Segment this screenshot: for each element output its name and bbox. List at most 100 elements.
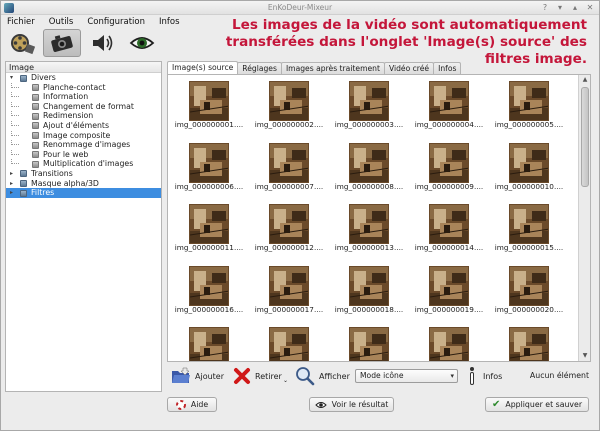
tree-item[interactable]: Image composite <box>6 130 161 141</box>
expand-icon[interactable]: ▸ <box>8 189 15 196</box>
help-window-icon[interactable]: ? <box>540 3 550 13</box>
tree-item-label: Information <box>43 92 89 102</box>
thumbnail-item[interactable]: img_000000006.... <box>169 137 249 199</box>
scroll-handle[interactable] <box>581 87 589 187</box>
tree-item[interactable]: Changement de format <box>6 101 161 112</box>
thumbnail-item[interactable]: img_000000009.... <box>409 137 489 199</box>
thumbnail-item[interactable] <box>409 321 489 361</box>
thumbnail-item[interactable] <box>489 321 569 361</box>
preview-result-button[interactable]: Voir le résultat <box>309 397 394 412</box>
tree-connector <box>11 149 19 155</box>
thumbnail-caption: img_000000017.... <box>254 304 324 314</box>
thumbnail-item[interactable]: img_000000005.... <box>489 75 569 137</box>
thumbnail-image <box>269 81 309 121</box>
show-button[interactable]: Afficher <box>295 365 350 387</box>
menu-configuration[interactable]: Configuration <box>85 16 147 28</box>
tab-1[interactable]: Réglages <box>237 62 282 74</box>
thumbnail-item[interactable]: img_000000014.... <box>409 198 489 260</box>
eye-small-icon <box>314 401 327 409</box>
menu-fichier[interactable]: Fichier <box>5 16 37 28</box>
expand-icon[interactable]: ▸ <box>8 170 15 177</box>
minimize-icon[interactable]: ▾ <box>555 3 565 13</box>
remove-button[interactable]: Retirer ⌄ <box>233 365 288 387</box>
folder-open-icon <box>172 367 190 383</box>
apply-save-button[interactable]: ✔ Appliquer et sauver <box>485 397 589 412</box>
add-button[interactable]: Ajouter <box>171 365 224 387</box>
tree-item[interactable]: ▸ Filtres <box>6 188 161 198</box>
thumbnail-image <box>509 327 549 361</box>
thumbnail-item[interactable]: img_000000004.... <box>409 75 489 137</box>
thumbnail-item[interactable]: img_000000020.... <box>489 260 569 322</box>
thumbnail-item[interactable] <box>169 321 249 361</box>
thumbnail-item[interactable]: img_000000001.... <box>169 75 249 137</box>
window-title: EnKoDeur-Mixeur <box>267 3 333 12</box>
thumbnail-caption: img_000000016.... <box>174 304 244 314</box>
thumbnail-caption: img_000000015.... <box>494 243 564 252</box>
view-mode-value: Mode icône <box>360 371 404 380</box>
tab-4[interactable]: Infos <box>433 62 462 74</box>
thumbnail-item[interactable]: img_000000012.... <box>249 198 329 260</box>
thumbnail-image <box>269 327 309 361</box>
vertical-scrollbar[interactable]: ▲ ▼ <box>578 75 590 361</box>
tab-2[interactable]: Images après traitement <box>280 62 385 74</box>
video-mode-button[interactable] <box>3 29 41 57</box>
tree-item-label: Filtres <box>31 188 55 198</box>
thumbnail-image <box>509 265 549 306</box>
thumbnail-item[interactable]: img_000000008.... <box>329 137 409 199</box>
thumbnail-item[interactable]: img_000000018.... <box>329 260 409 322</box>
thumbnail-item[interactable]: img_000000010.... <box>489 137 569 199</box>
info-icon <box>470 367 474 385</box>
tree-item[interactable]: ▾ Divers <box>6 73 161 83</box>
thumbnail-item[interactable]: img_000000007.... <box>249 137 329 199</box>
thumbnail-caption: img_000000005.... <box>494 120 564 129</box>
close-icon[interactable]: ✕ <box>585 3 595 13</box>
tree-connector <box>11 130 19 136</box>
tree-item[interactable]: Information <box>6 92 161 102</box>
info-label: Infos <box>483 371 503 381</box>
thumbnail-item[interactable] <box>329 321 409 361</box>
thumbnail-item[interactable]: img_000000019.... <box>409 260 489 322</box>
help-button[interactable]: Aide <box>167 397 217 412</box>
thumbnail-item[interactable]: img_000000016.... <box>169 260 249 322</box>
chevron-down-icon[interactable]: ⌄ <box>283 377 288 384</box>
thumbnail-image <box>269 265 309 306</box>
tree-item[interactable]: Planche-contact <box>6 82 161 93</box>
maximize-icon[interactable]: ▴ <box>570 3 580 13</box>
thumbnail-item[interactable]: img_000000011.... <box>169 198 249 260</box>
filter-tree: ▾ Divers Planche-contact Information Changem… <box>6 73 161 198</box>
scroll-down-icon[interactable]: ▼ <box>580 351 590 361</box>
audio-mode-button[interactable] <box>83 29 121 57</box>
tab-0[interactable]: Image(s) source <box>167 61 239 74</box>
thumbnail-item[interactable]: img_000000003.... <box>329 75 409 137</box>
thumbnail-item[interactable]: img_000000013.... <box>329 198 409 260</box>
thumbnail-caption: img_000000009.... <box>414 181 484 191</box>
view-mode-select[interactable]: Mode icône ▾ <box>355 369 458 383</box>
tree-item[interactable]: ▸ Transitions <box>6 169 161 179</box>
tree-item-label: Redimension <box>43 111 94 121</box>
tree-item[interactable]: Renommage d'images <box>6 140 161 150</box>
tree-item[interactable]: ▸ Masque alpha/3D <box>6 179 161 189</box>
category-icon <box>20 189 27 197</box>
menu-outils[interactable]: Outils <box>47 16 76 28</box>
thumbnail-item[interactable] <box>249 321 329 361</box>
remove-label: Retirer <box>255 371 282 381</box>
collapse-icon[interactable]: ▾ <box>8 74 15 81</box>
tab-3[interactable]: Vidéo créé <box>383 62 435 74</box>
thumbnail-item[interactable]: img_000000002.... <box>249 75 329 137</box>
tree-item[interactable]: Multiplication d'images <box>6 159 161 169</box>
thumbnail-item[interactable]: img_000000015.... <box>489 198 569 260</box>
preview-mode-button[interactable] <box>123 29 161 57</box>
tree-item[interactable]: Redimension <box>6 111 161 121</box>
tree-item-label: Planche-contact <box>43 82 106 92</box>
magnifier-icon <box>296 367 315 386</box>
tree-item[interactable]: Ajout d'éléments <box>6 120 161 131</box>
thumbnail-caption: img_000000014.... <box>414 243 484 252</box>
expand-icon[interactable]: ▸ <box>8 180 15 187</box>
image-mode-button[interactable] <box>43 29 81 57</box>
info-button[interactable]: Infos <box>467 365 502 387</box>
thumbnail-caption: img_000000007.... <box>254 181 324 191</box>
tree-item[interactable]: Pour le web <box>6 149 161 160</box>
scroll-up-icon[interactable]: ▲ <box>580 75 590 85</box>
thumbnail-item[interactable]: img_000000017.... <box>249 260 329 322</box>
tree-item-label: Ajout d'éléments <box>43 120 110 130</box>
